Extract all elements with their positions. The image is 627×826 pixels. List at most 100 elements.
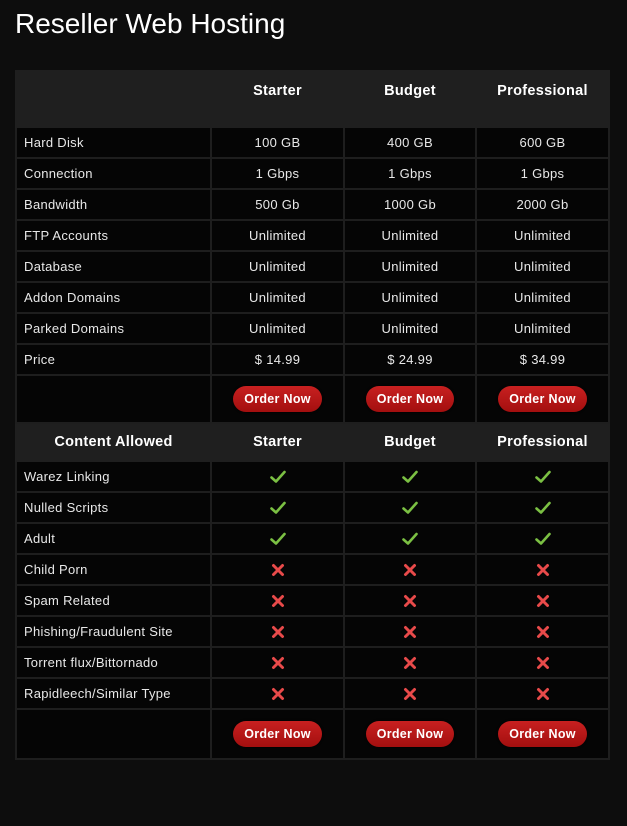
- feature-value: Unlimited: [210, 281, 345, 314]
- content-cell: [210, 646, 345, 679]
- content-row: Spam Related: [15, 584, 610, 617]
- plan-name: Professional: [475, 70, 610, 112]
- content-cell: [343, 677, 477, 710]
- content-label: Spam Related: [15, 584, 212, 617]
- content-label: Warez Linking: [15, 460, 212, 493]
- feature-value: 1 Gbps: [475, 157, 610, 190]
- order-row: Order Now Order Now Order Now: [15, 374, 610, 424]
- content-row: Adult: [15, 522, 610, 555]
- plan-name: Budget: [343, 422, 477, 462]
- content-row: Torrent flux/Bittornado: [15, 646, 610, 679]
- content-cell: [210, 615, 345, 648]
- feature-value: Unlimited: [343, 219, 477, 252]
- feature-value: 500 Gb: [210, 188, 345, 221]
- content-cell: [343, 646, 477, 679]
- feature-row: Hard Disk 100 GB 400 GB 600 GB: [15, 126, 610, 159]
- order-empty-cell: [15, 708, 212, 760]
- feature-label: Connection: [15, 157, 212, 190]
- cross-icon: [536, 656, 550, 670]
- content-cell: [210, 491, 345, 524]
- order-empty-cell: [15, 374, 212, 424]
- content-row: Warez Linking: [15, 460, 610, 493]
- content-cell: [210, 677, 345, 710]
- order-row-bottom: Order Now Order Now Order Now: [15, 708, 610, 760]
- feature-value: 600 GB: [475, 126, 610, 159]
- feature-value: 1 Gbps: [343, 157, 477, 190]
- content-cell: [475, 615, 610, 648]
- feature-value: 1 Gbps: [210, 157, 345, 190]
- feature-row: Price $ 14.99 $ 24.99 $ 34.99: [15, 343, 610, 376]
- feature-value: Unlimited: [210, 312, 345, 345]
- feature-label: Price: [15, 343, 212, 376]
- feature-row: Parked Domains Unlimited Unlimited Unlimite…: [15, 312, 610, 345]
- content-label: Nulled Scripts: [15, 491, 212, 524]
- cross-icon: [403, 563, 417, 577]
- feature-value: $ 34.99: [475, 343, 610, 376]
- content-row: Rapidleech/Similar Type: [15, 677, 610, 710]
- cross-icon: [271, 563, 285, 577]
- content-row: Phishing/Fraudulent Site: [15, 615, 610, 648]
- feature-row: Bandwidth 500 Gb 1000 Gb 2000 Gb: [15, 188, 610, 221]
- content-cell: [475, 460, 610, 493]
- content-cell: [475, 584, 610, 617]
- order-now-button-budget-bottom[interactable]: Order Now: [365, 721, 455, 747]
- cross-icon: [403, 687, 417, 701]
- cross-icon: [271, 656, 285, 670]
- content-cell: [475, 553, 610, 586]
- cross-icon: [536, 687, 550, 701]
- feature-value: Unlimited: [475, 219, 610, 252]
- content-label: Child Porn: [15, 553, 212, 586]
- feature-value: $ 24.99: [343, 343, 477, 376]
- plan-name: Starter: [210, 422, 345, 462]
- check-icon: [402, 501, 418, 515]
- feature-value: Unlimited: [343, 312, 477, 345]
- content-label: Phishing/Fraudulent Site: [15, 615, 212, 648]
- content-label: Adult: [15, 522, 212, 555]
- feature-value: Unlimited: [343, 281, 477, 314]
- feature-label: Parked Domains: [15, 312, 212, 345]
- check-icon: [269, 501, 286, 515]
- pricing-table: Starter Budget Professional Hard Disk 100…: [15, 70, 610, 760]
- check-icon: [269, 532, 286, 546]
- header-empty-cell: [15, 70, 212, 112]
- check-icon: [402, 532, 418, 546]
- cross-icon: [536, 594, 550, 608]
- check-icon: [534, 470, 551, 484]
- cross-icon: [271, 594, 285, 608]
- feature-value: Unlimited: [343, 250, 477, 283]
- content-allowed-header: Content Allowed: [15, 422, 212, 462]
- content-cell: [475, 522, 610, 555]
- feature-row: Addon Domains Unlimited Unlimited Unlimited: [15, 281, 610, 314]
- order-now-button-budget[interactable]: Order Now: [365, 386, 455, 412]
- feature-value: Unlimited: [210, 219, 345, 252]
- check-icon: [534, 501, 551, 515]
- content-cell: [475, 677, 610, 710]
- content-cell: [343, 460, 477, 493]
- feature-label: Hard Disk: [15, 126, 212, 159]
- check-icon: [269, 470, 286, 484]
- check-icon: [402, 470, 418, 484]
- order-now-button-professional-bottom[interactable]: Order Now: [498, 721, 587, 747]
- content-cell: [343, 491, 477, 524]
- order-now-button-professional[interactable]: Order Now: [498, 386, 587, 412]
- header-spacer-row: [15, 110, 610, 128]
- order-now-button-starter[interactable]: Order Now: [233, 386, 322, 412]
- content-cell: [210, 460, 345, 493]
- cross-icon: [271, 687, 285, 701]
- feature-value: 400 GB: [343, 126, 477, 159]
- content-row: Nulled Scripts: [15, 491, 610, 524]
- feature-value: 2000 Gb: [475, 188, 610, 221]
- cross-icon: [536, 625, 550, 639]
- feature-row: Connection 1 Gbps 1 Gbps 1 Gbps: [15, 157, 610, 190]
- content-cell: [343, 553, 477, 586]
- content-label: Torrent flux/Bittornado: [15, 646, 212, 679]
- check-icon: [534, 532, 551, 546]
- feature-value: 1000 Gb: [343, 188, 477, 221]
- cross-icon: [403, 594, 417, 608]
- content-cell: [343, 522, 477, 555]
- order-now-button-starter-bottom[interactable]: Order Now: [233, 721, 322, 747]
- feature-value: Unlimited: [475, 281, 610, 314]
- content-cell: [475, 491, 610, 524]
- content-cell: [343, 584, 477, 617]
- feature-label: FTP Accounts: [15, 219, 212, 252]
